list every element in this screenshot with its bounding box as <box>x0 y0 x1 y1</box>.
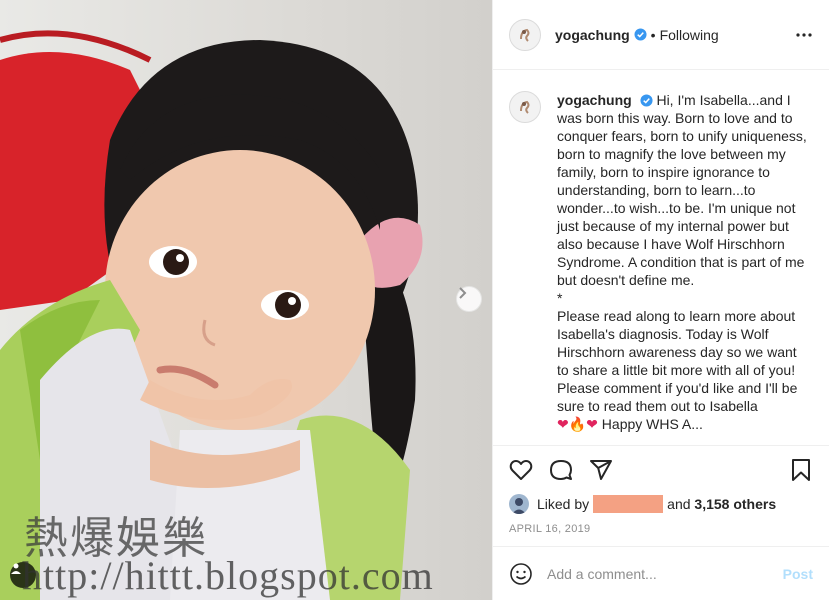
avatar-image <box>520 28 530 42</box>
fire-emoji-icon: 🔥 <box>568 416 587 432</box>
post-comment-button[interactable]: Post <box>783 566 813 582</box>
share-icon <box>590 460 612 480</box>
caption-username[interactable]: yogachung <box>557 92 632 108</box>
separator-dot: • <box>650 26 656 43</box>
username[interactable]: yogachung <box>555 27 630 43</box>
verified-badge-icon <box>634 28 647 41</box>
verified-badge-icon <box>640 94 653 107</box>
caption-text: yogachung Hi, I'm Isabella...and I was b… <box>557 91 807 433</box>
liked-by-connector: and <box>667 496 691 512</box>
avatar[interactable] <box>509 18 541 51</box>
post-header: yogachung • Following <box>493 0 829 70</box>
bookmark-icon <box>792 459 810 481</box>
post-photo[interactable]: 熱爆娛樂 http://hittt.blogspot.com <box>0 0 492 600</box>
heart-emoji-icon: ❤ <box>586 416 598 432</box>
caption-avatar[interactable] <box>509 91 541 123</box>
caption-paragraph-3: Please read along to learn more about Is… <box>557 308 798 414</box>
action-icons <box>509 458 613 482</box>
comment-icon <box>550 460 572 480</box>
comments-area[interactable]: yogachung Hi, I'm Isabella...and I was b… <box>493 71 829 444</box>
heart-icon <box>509 460 533 480</box>
post-details-panel: yogachung • Following yogachung Hi, I'm … <box>492 0 829 600</box>
post-date[interactable]: APRIL 16, 2019 <box>509 523 590 535</box>
avatar-image <box>520 100 530 114</box>
liked-by-row: Liked by and 3,158 others <box>509 494 776 514</box>
caption-emoji-line: ❤🔥❤ Happy WHS A... <box>557 415 807 433</box>
avatar-image <box>512 498 526 514</box>
save-button[interactable] <box>789 458 813 482</box>
like-button[interactable] <box>509 458 533 482</box>
comment-button[interactable] <box>549 458 573 482</box>
heart-emoji-icon: ❤ <box>557 416 569 432</box>
add-comment-bar: Post <box>493 546 829 600</box>
share-button[interactable] <box>589 458 613 482</box>
chevron-right-icon <box>459 287 467 299</box>
more-options-icon <box>796 33 812 37</box>
post-actions: Liked by and 3,158 others APRIL 16, 2019 <box>493 445 829 545</box>
following-button[interactable]: Following <box>660 27 719 43</box>
liked-by-avatar[interactable] <box>509 494 529 514</box>
next-photo-button[interactable] <box>456 286 482 312</box>
comment-input[interactable] <box>547 565 783 582</box>
redacted-liker-name[interactable] <box>593 495 664 513</box>
caption-paragraph-1: Hi, I'm Isabella...and I was born this w… <box>557 92 807 288</box>
more-options-button[interactable] <box>795 26 813 44</box>
emoji-icon[interactable] <box>509 562 533 586</box>
watermark-url: http://hittt.blogspot.com <box>22 553 434 598</box>
caption-row: yogachung Hi, I'm Isabella...and I was b… <box>509 91 813 433</box>
liked-by-prefix: Liked by <box>537 496 590 512</box>
user-tag-icon <box>11 563 21 574</box>
liked-by-others[interactable]: 3,158 others <box>694 496 776 512</box>
caption-emoji-text: Happy WHS A... <box>601 416 703 432</box>
caption-paragraph-2: * <box>557 290 563 306</box>
